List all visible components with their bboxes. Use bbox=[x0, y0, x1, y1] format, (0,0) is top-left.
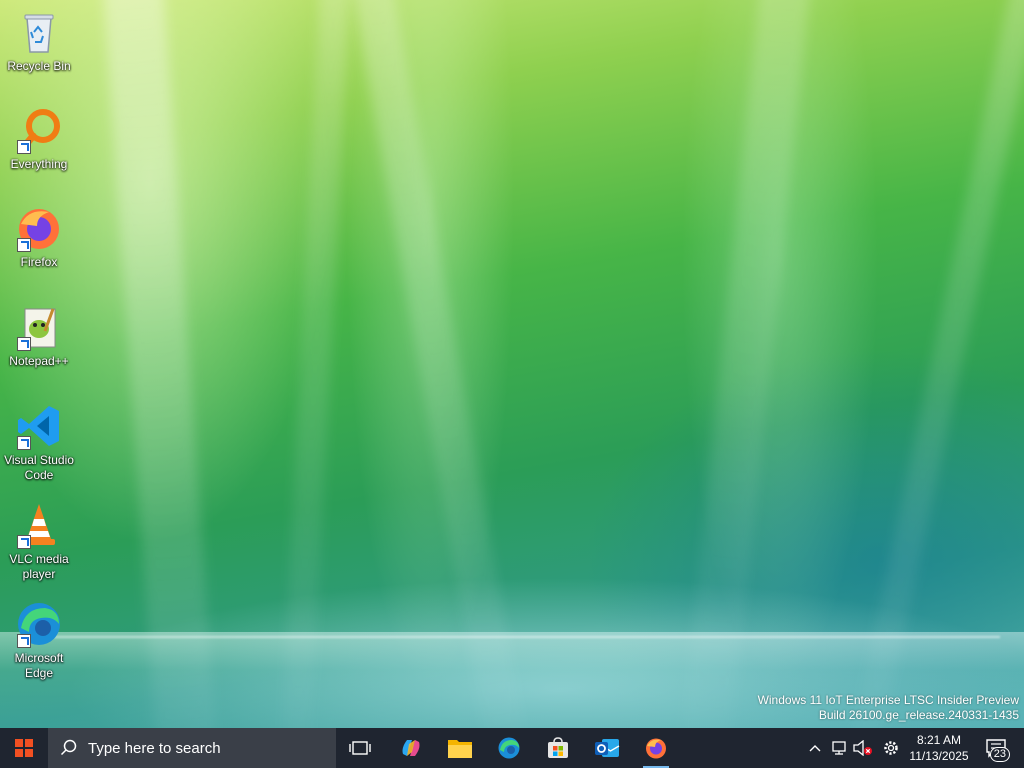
firefox-icon bbox=[15, 204, 63, 252]
desktop-icon-label: VLC media player bbox=[9, 552, 69, 581]
light-ray bbox=[677, 0, 813, 728]
light-ray bbox=[101, 0, 219, 728]
task-view-icon bbox=[349, 741, 371, 755]
wallpaper-horizon bbox=[40, 636, 1000, 638]
everything-search-icon bbox=[15, 106, 63, 154]
copilot-icon bbox=[402, 740, 420, 756]
light-ray bbox=[278, 0, 352, 728]
taskbar-search-box[interactable]: Type here to search bbox=[48, 728, 336, 768]
firefox-taskbar-button[interactable] bbox=[635, 728, 677, 768]
desktop-icon-label: Everything bbox=[10, 157, 68, 171]
taskbar: Type here to search 8:21 AM 11/13/2025 2… bbox=[0, 728, 1024, 768]
edge-taskbar-button[interactable] bbox=[488, 728, 530, 768]
search-icon bbox=[60, 739, 77, 756]
desktop-icon-label: Notepad++ bbox=[9, 354, 69, 368]
windows-logo-icon bbox=[15, 739, 33, 757]
file-explorer-icon bbox=[448, 740, 472, 758]
desktop-icon-vlc[interactable]: VLC media player bbox=[2, 501, 76, 582]
chevron-up-icon bbox=[809, 745, 821, 752]
desktop-icon-vscode[interactable]: Visual Studio Code bbox=[2, 402, 76, 483]
desktop-icon-label: Visual Studio Code bbox=[4, 453, 74, 482]
network-icon bbox=[832, 741, 846, 755]
light-ray bbox=[349, 0, 531, 728]
shortcut-arrow-icon bbox=[17, 140, 31, 154]
search-placeholder: Type here to search bbox=[88, 739, 221, 757]
edge-icon bbox=[15, 600, 63, 648]
desktop-icon-label: Microsoft Edge bbox=[14, 651, 64, 680]
recycle-bin-icon bbox=[15, 8, 63, 56]
desktop-icon-label: Recycle Bin bbox=[7, 59, 71, 73]
volume-muted-icon bbox=[853, 740, 872, 756]
copilot-button[interactable] bbox=[390, 728, 432, 768]
shortcut-arrow-icon bbox=[17, 535, 31, 549]
clock-button[interactable]: 8:21 AM 11/13/2025 bbox=[906, 728, 972, 768]
start-button[interactable] bbox=[0, 728, 48, 768]
light-ray bbox=[845, 0, 1024, 728]
watermark-edition: Windows 11 IoT Enterprise LTSC Insider P… bbox=[757, 693, 1019, 707]
show-hidden-icons-button[interactable] bbox=[804, 728, 826, 768]
os-watermark: Windows 11 IoT Enterprise LTSC Insider P… bbox=[758, 693, 1019, 723]
desktop-icon-firefox[interactable]: Firefox bbox=[2, 204, 76, 270]
desktop-icon-everything[interactable]: Everything bbox=[2, 106, 76, 172]
volume-button[interactable] bbox=[852, 728, 874, 768]
desktop-background[interactable]: Recycle Bin Everything Firefox Notepad++… bbox=[0, 0, 1024, 728]
outlook-icon bbox=[595, 739, 620, 757]
shortcut-arrow-icon bbox=[17, 436, 31, 450]
notification-center-button[interactable]: 23 bbox=[976, 728, 1016, 768]
desktop-icon-label: Firefox bbox=[20, 255, 58, 269]
desktop-icon-edge[interactable]: Microsoft Edge bbox=[2, 600, 76, 681]
shortcut-arrow-icon bbox=[17, 634, 31, 648]
firefox-icon bbox=[646, 738, 666, 759]
desktop-icon-notepad-plus-plus[interactable]: Notepad++ bbox=[2, 303, 76, 369]
file-explorer-button[interactable] bbox=[439, 728, 481, 768]
notepad-plus-plus-icon bbox=[15, 303, 63, 351]
task-view-button[interactable] bbox=[340, 728, 380, 768]
vscode-icon bbox=[15, 402, 63, 450]
desktop-icon-recycle-bin[interactable]: Recycle Bin bbox=[2, 8, 76, 74]
clock-time: 8:21 AM bbox=[916, 733, 961, 747]
network-button[interactable] bbox=[828, 728, 850, 768]
gear-icon bbox=[884, 741, 898, 755]
shortcut-arrow-icon bbox=[17, 238, 31, 252]
clock-date: 11/13/2025 bbox=[909, 749, 969, 763]
microsoft-store-button[interactable] bbox=[537, 728, 579, 768]
shortcut-arrow-icon bbox=[17, 337, 31, 351]
watermark-build: Build 26100.ge_release.240331-1435 bbox=[818, 708, 1019, 722]
outlook-button[interactable] bbox=[586, 728, 628, 768]
settings-button[interactable] bbox=[878, 728, 904, 768]
notification-count-badge: 23 bbox=[989, 747, 1010, 762]
vlc-icon bbox=[15, 501, 63, 549]
microsoft-store-icon bbox=[548, 737, 568, 758]
edge-icon bbox=[498, 737, 520, 759]
